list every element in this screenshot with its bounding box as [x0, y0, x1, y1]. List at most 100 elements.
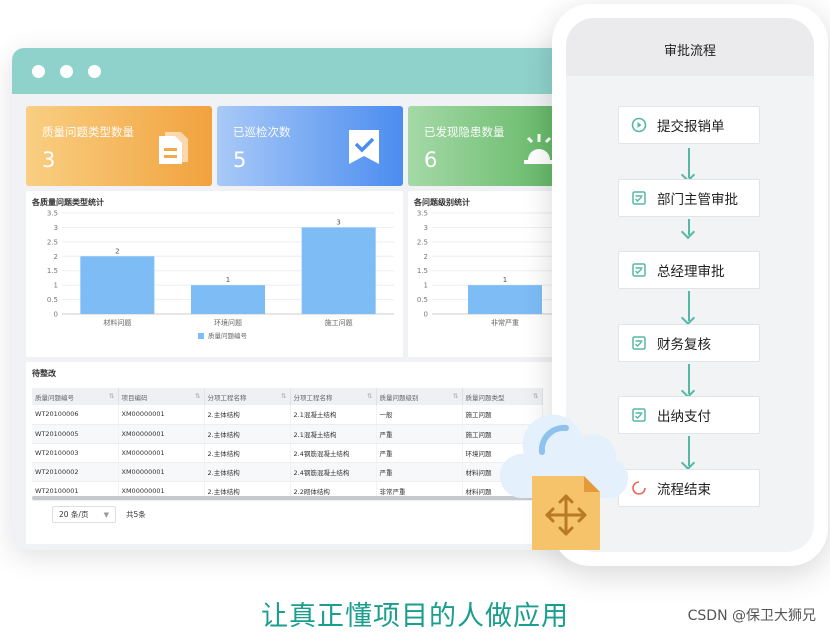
y-tick-label: 0.5 [47, 296, 58, 304]
page-size-value: 20 条/页 [59, 510, 89, 519]
cell-level: 严重 [376, 462, 463, 482]
cell-project-code: XM00000001 [118, 443, 205, 463]
window-close-dot[interactable] [32, 64, 45, 78]
total-count: 共5条 [126, 510, 146, 519]
cell-project-code: XM00000001 [118, 424, 205, 444]
stat-card-value: 3 [42, 148, 56, 172]
stat-card-issue-types[interactable]: 质量问题类型数量 3 [26, 106, 212, 186]
cell-issue-no: WT20100003 [32, 443, 119, 463]
cell-level: 严重 [376, 424, 463, 444]
play-circle-icon [631, 117, 647, 133]
stat-card-title: 质量问题类型数量 [42, 125, 134, 139]
flow-arrow [688, 291, 690, 321]
chevron-down-icon: ▼ [103, 510, 109, 519]
stat-card-inspections[interactable]: 已巡检次数 5 [217, 106, 403, 186]
stat-card-value: 5 [233, 148, 247, 172]
sort-icon: ⇅ [367, 391, 373, 400]
x-tick-label: 环境问题 [214, 318, 242, 327]
column-header[interactable]: 项目编码 ⇅ [118, 388, 205, 405]
stat-card-title: 已发现隐患数量 [424, 125, 505, 139]
bar [191, 285, 265, 314]
move-arrows-icon [532, 476, 600, 550]
flow-arrow [688, 364, 690, 394]
form-check-icon [632, 263, 646, 277]
rectification-table: 质量问题编号 ⇅ 项目编码 ⇅ 分项工程名称 ⇅ 分项工程名称 ⇅ 质量问题级别 ⇅ 质量… [32, 388, 543, 501]
flow-arrow [688, 148, 690, 178]
table-horizontal-scrollbar[interactable] [32, 496, 572, 500]
cell-subitem: 2.4钢筋混凝土结构 [290, 462, 377, 482]
pending-rectification-panel: 待整改 质量问题编号 ⇅ 项目编码 ⇅ 分项工程名称 ⇅ 分项工程名称 ⇅ 质量问题级别… [26, 362, 572, 544]
bar-data-label: 3 [336, 218, 340, 226]
flow-step-submit[interactable]: 提交报销单 [618, 106, 760, 144]
cell-subproject: 2.主体结构 [204, 462, 291, 482]
table-title: 待整改 [32, 369, 56, 378]
cell-subproject: 2.主体结构 [204, 424, 291, 444]
cell-subitem: 2.1混凝土结构 [290, 405, 377, 425]
column-header[interactable]: 分项工程名称 ⇅ [290, 388, 377, 405]
bar [468, 285, 542, 314]
y-tick-label: 0 [54, 311, 58, 319]
form-check-icon [632, 191, 646, 205]
issue-level-chart-panel: 各问题级别统计 0 0.5 1 1.5 2 2.5 3 3.5 1 非常严重 [408, 191, 572, 357]
y-tick-label: 1.5 [47, 267, 58, 275]
watermark: CSDN @保卫大狮兄 [687, 608, 816, 624]
y-tick-label: 3.5 [417, 210, 428, 218]
cell-issue-no: WT20100005 [32, 424, 119, 444]
y-tick-label: 1.5 [417, 267, 428, 275]
y-tick-label: 2.5 [417, 238, 428, 246]
x-tick-label: 非常严重 [491, 318, 519, 327]
bar-data-label: 1 [226, 276, 230, 284]
bar [301, 227, 376, 314]
sort-icon: ⇅ [195, 391, 201, 400]
stat-card-hazards[interactable]: 已发现隐患数量 6 [408, 106, 572, 186]
y-tick-label: 0.5 [417, 296, 428, 304]
flow-arrow [688, 436, 690, 466]
stat-card-value: 6 [424, 148, 438, 172]
stat-card-title: 已巡检次数 [233, 125, 291, 139]
legend-label: 质量问题编号 [208, 331, 248, 340]
flow-step-gm-approval[interactable]: 总经理审批 [618, 251, 760, 289]
column-header[interactable]: 质量问题级别 ⇅ [376, 388, 463, 405]
issue-type-bar-chart: 0 0.5 1 1.5 2 2.5 3 3.5 2 材料问题 1 环境问题 3 施工问题质量问题编号 [47, 210, 394, 340]
x-tick-label: 材料问题 [103, 318, 131, 327]
y-tick-label: 3 [424, 224, 428, 232]
check-ribbon-icon [349, 130, 379, 164]
bar [80, 256, 155, 314]
window-maximize-dot[interactable] [88, 64, 101, 78]
issue-level-bar-chart: 0 0.5 1 1.5 2 2.5 3 3.5 1 非常严重 [417, 210, 572, 327]
table-row[interactable]: WT20100003 XM00000001 2.主体结构 2.4钢筋混凝土结构 … [32, 443, 543, 463]
y-tick-label: 3 [54, 224, 58, 232]
sort-icon: ⇅ [453, 391, 459, 400]
table-row[interactable]: WT20100006 XM00000001 2.主体结构 2.1混凝土结构 一般… [32, 405, 543, 425]
column-header[interactable]: 质量问题编号 ⇅ [32, 388, 119, 405]
window-title-bar [12, 48, 572, 94]
window-minimize-dot[interactable] [60, 64, 73, 78]
column-header[interactable]: 分项工程名称 ⇅ [204, 388, 291, 405]
document-icon [159, 132, 188, 164]
y-tick-label: 3.5 [47, 210, 58, 218]
y-tick-label: 1 [54, 282, 58, 290]
cell-subproject: 2.主体结构 [204, 443, 291, 463]
issue-type-chart-panel: 各质量问题类型统计 0 0.5 1 1.5 2 2.5 3 3.5 2 材料问题 1 环境问题 3 施工问… [26, 191, 403, 357]
dashboard-window: 质量问题类型数量 3 已巡检次数 5 已发现隐患数量 6 各质量问题类型统计 0… [12, 48, 572, 550]
sort-icon: ⇅ [281, 391, 287, 400]
phone-header: 审批流程 [566, 18, 814, 76]
table-row[interactable]: WT20100005 XM00000001 2.主体结构 2.1混凝土结构 严重… [32, 424, 543, 444]
cell-project-code: XM00000001 [118, 462, 205, 482]
flow-step-label: 总经理审批 [657, 264, 725, 280]
cell-subitem: 2.4钢筋混凝土结构 [290, 443, 377, 463]
page-size-select[interactable]: 20 条/页 ▼ [52, 506, 116, 523]
cell-subproject: 2.主体结构 [204, 405, 291, 425]
cell-level: 一般 [376, 405, 463, 425]
bar-data-label: 2 [115, 247, 119, 255]
flow-step-dept-approval[interactable]: 部门主管审批 [618, 179, 760, 217]
flow-step-finance-review[interactable]: 财务复核 [618, 324, 760, 362]
y-tick-label: 1 [424, 282, 428, 290]
table-row[interactable]: WT20100002 XM00000001 2.主体结构 2.4钢筋混凝土结构 … [32, 462, 543, 482]
form-check-icon [632, 336, 646, 350]
y-tick-label: 2.5 [47, 238, 58, 246]
table-pagination: 20 条/页 ▼ 共5条 [52, 506, 146, 523]
flow-step-label: 出纳支付 [657, 409, 711, 425]
table-header-row: 质量问题编号 ⇅ 项目编码 ⇅ 分项工程名称 ⇅ 分项工程名称 ⇅ 质量问题级别 ⇅ 质量… [32, 388, 543, 405]
y-tick-label: 2 [54, 253, 58, 261]
